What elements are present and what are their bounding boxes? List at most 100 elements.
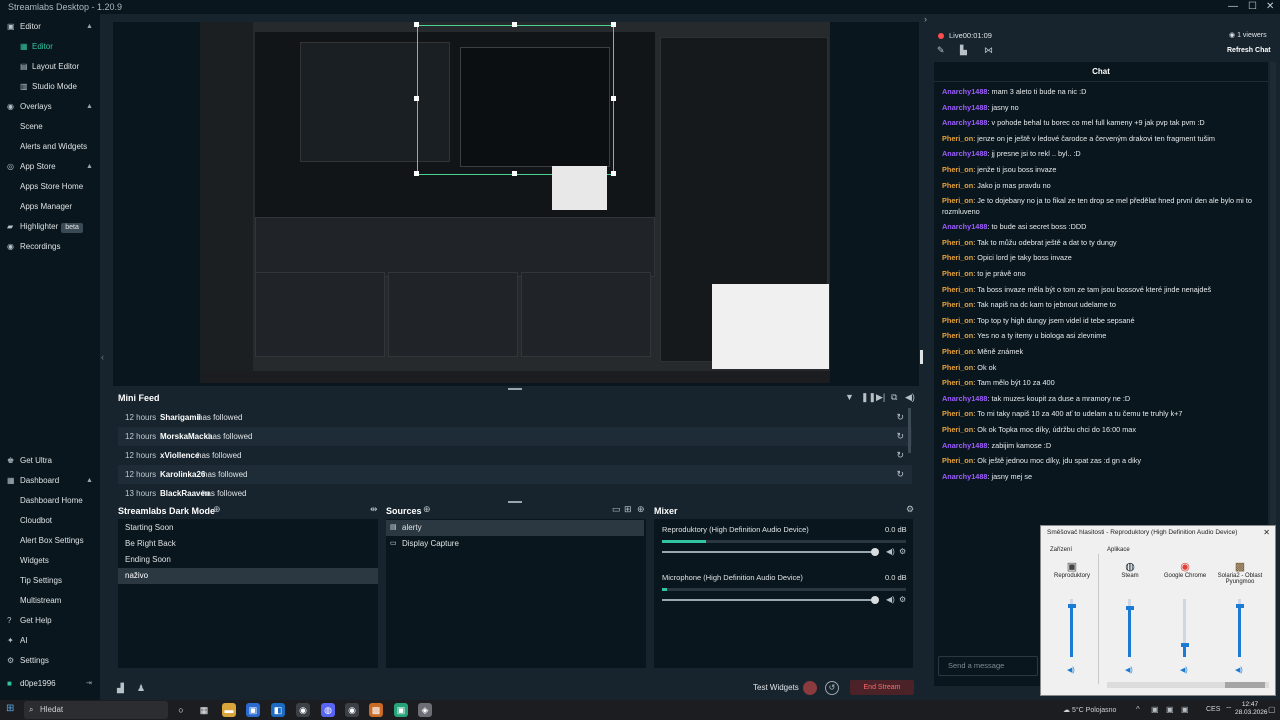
mixer-settings-icon[interactable]: ⚙: [906, 504, 914, 515]
chat-username[interactable]: Anarchy1488: [942, 103, 987, 112]
source-item[interactable]: ▭ Display Capture: [386, 536, 644, 552]
nav-tip-settings[interactable]: Tip Settings: [0, 571, 100, 591]
nav-user[interactable]: ■ d0pe1996 ⇥: [0, 674, 100, 694]
nav-highlighter[interactable]: ▰ Highlighter beta: [0, 217, 100, 237]
chat-username[interactable]: Anarchy1488: [942, 394, 987, 403]
nav-alerts-widgets[interactable]: Alerts and Widgets: [0, 137, 100, 157]
nav-get-help[interactable]: ? Get Help: [0, 611, 100, 631]
nav-settings[interactable]: ⚙ Settings: [0, 651, 100, 671]
edit-icon[interactable]: ✎: [937, 45, 945, 56]
clock[interactable]: 12:47 28.03.2026: [1235, 701, 1268, 717]
mute-icon[interactable]: ◀): [1067, 666, 1075, 674]
chat-username[interactable]: Pheri_on: [942, 134, 973, 143]
chat-username[interactable]: Pheri_on: [942, 363, 973, 372]
tray-app-icon[interactable]: ▣: [1166, 705, 1174, 714]
close-icon[interactable]: ✕: [1266, 0, 1274, 14]
nav-dashboard-home[interactable]: Dashboard Home: [0, 491, 100, 511]
explorer-icon[interactable]: ▬: [222, 703, 236, 717]
weather-widget[interactable]: ☁ 5°C Polojasno: [1063, 706, 1116, 714]
outlook-icon[interactable]: ◧: [271, 703, 285, 717]
source-item[interactable]: ▤ alerty: [386, 520, 644, 536]
volume-thumb[interactable]: [1181, 643, 1189, 648]
add-source-plus-icon[interactable]: ⊕: [637, 504, 645, 515]
nav-studio-mode[interactable]: ▥ Studio Mode: [0, 77, 100, 97]
chat-username[interactable]: Anarchy1488: [942, 118, 987, 127]
nav-apps-store-home[interactable]: Apps Store Home: [0, 177, 100, 197]
nav-apps-manager[interactable]: Apps Manager: [0, 197, 100, 217]
add-scene-icon[interactable]: ⊕: [213, 504, 221, 515]
chat-username[interactable]: Pheri_on: [942, 378, 973, 387]
speaker-icon[interactable]: ◀): [886, 547, 895, 556]
resize-handle[interactable]: [512, 171, 517, 176]
nav-cloudbot[interactable]: Cloudbot: [0, 511, 100, 531]
stats-icon[interactable]: ▟: [117, 683, 124, 694]
chat-username[interactable]: Pheri_on: [942, 425, 973, 434]
bell-icon[interactable]: ♟: [137, 683, 145, 694]
folder-icon[interactable]: ▭: [612, 504, 621, 515]
resize-handle[interactable]: [611, 96, 616, 101]
tray-app-icon[interactable]: ▣: [1181, 705, 1189, 714]
nav-editor[interactable]: ▣ Editor ▲: [0, 17, 100, 37]
volume-thumb[interactable]: [1236, 603, 1244, 608]
replay-icon[interactable]: ↻: [896, 465, 904, 484]
mute-icon[interactable]: ◀): [1180, 666, 1188, 674]
taskbar-search[interactable]: ⌕ Hledat: [24, 701, 168, 719]
notification-icon[interactable]: ▢: [1268, 705, 1276, 714]
chat-username[interactable]: Pheri_on: [942, 285, 973, 294]
chat-username[interactable]: Pheri_on: [942, 253, 973, 262]
logout-icon[interactable]: ⇥: [86, 674, 92, 694]
add-folder-icon[interactable]: ⊞: [624, 504, 632, 515]
chrome-icon[interactable]: ◉: [296, 703, 310, 717]
resize-handle[interactable]: [414, 171, 419, 176]
scene-item-selected[interactable]: naživo: [118, 568, 378, 584]
replay-icon[interactable]: ↻: [896, 446, 904, 465]
drag-handle[interactable]: [508, 388, 522, 390]
game-icon[interactable]: ▩: [369, 703, 383, 717]
chat-username[interactable]: Pheri_on: [942, 347, 973, 356]
shield-icon[interactable]: ◈: [418, 703, 432, 717]
network-icon[interactable]: ⌔: [1225, 705, 1233, 715]
collapse-sidebar-icon[interactable]: ‹: [101, 352, 104, 362]
nav-alert-box[interactable]: Alert Box Settings: [0, 531, 100, 551]
nav-get-ultra[interactable]: ♚ Get Ultra: [0, 451, 100, 471]
chat-username[interactable]: Anarchy1488: [942, 87, 987, 96]
volume-track[interactable]: [1068, 599, 1076, 657]
volume-thumb[interactable]: [1126, 605, 1134, 610]
chat-username[interactable]: Anarchy1488: [942, 222, 987, 231]
volume-track[interactable]: [1236, 599, 1244, 657]
chat-username[interactable]: Pheri_on: [942, 456, 973, 465]
resize-handle[interactable]: [414, 22, 419, 27]
dashboard-icon[interactable]: ▙: [960, 45, 967, 56]
record-button[interactable]: [803, 681, 817, 695]
tray-chevron-icon[interactable]: ^: [1136, 705, 1140, 714]
pause-icon[interactable]: ❚❚: [861, 392, 876, 403]
add-source-icon[interactable]: ⊕: [423, 504, 431, 515]
selection-box[interactable]: [417, 25, 614, 175]
chat-username[interactable]: Pheri_on: [942, 238, 973, 247]
scene-item[interactable]: Be Right Back: [118, 536, 378, 552]
channel-settings-icon[interactable]: ⚙: [899, 547, 906, 556]
replay-icon[interactable]: ↻: [896, 408, 904, 427]
collapse-chat-icon[interactable]: ›: [924, 14, 927, 24]
chat-username[interactable]: Pheri_on: [942, 300, 973, 309]
chat-username[interactable]: Pheri_on: [942, 196, 973, 205]
mute-icon[interactable]: ◀): [1235, 666, 1243, 674]
scene-item[interactable]: Ending Soon: [118, 552, 378, 568]
scrollbar[interactable]: [908, 408, 911, 453]
nav-ai[interactable]: ✦ AI: [0, 631, 100, 651]
popout-icon[interactable]: ⧉: [891, 392, 897, 403]
volume-track[interactable]: [1181, 599, 1189, 657]
chat-username[interactable]: Pheri_on: [942, 165, 973, 174]
volume-slider[interactable]: [662, 596, 879, 604]
slider-knob[interactable]: [871, 596, 879, 604]
drag-handle[interactable]: [508, 501, 522, 503]
nav-multistream[interactable]: Multistream: [0, 591, 100, 611]
channel-settings-icon[interactable]: ⚙: [899, 595, 906, 604]
test-widgets-label[interactable]: Test Widgets: [753, 683, 799, 692]
horizontal-scrollbar[interactable]: [1107, 682, 1269, 688]
volume-track[interactable]: [1126, 599, 1134, 657]
volume-slider[interactable]: [662, 548, 879, 556]
end-stream-button[interactable]: End Stream: [850, 680, 914, 695]
nav-app-store[interactable]: ◎ App Store ▲: [0, 157, 100, 177]
chat-username[interactable]: Pheri_on: [942, 331, 973, 340]
